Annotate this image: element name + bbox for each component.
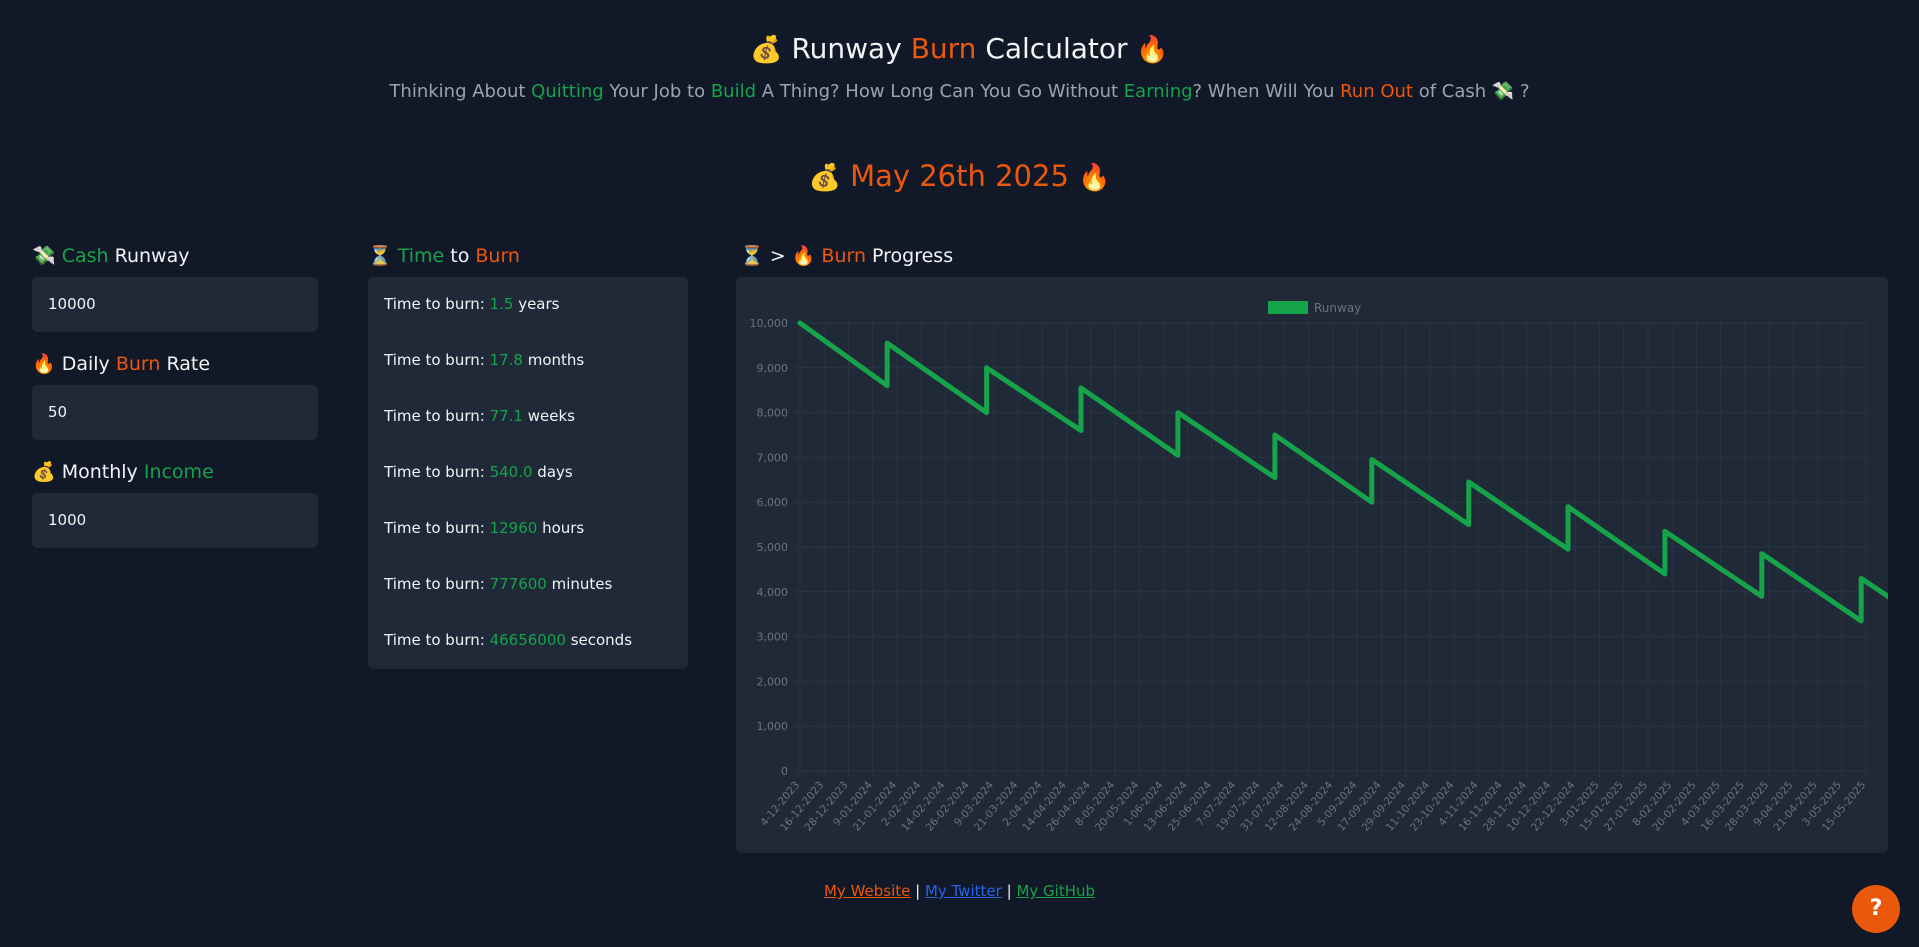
my-github-link[interactable]: My GitHub [1016, 882, 1095, 900]
my-website-link[interactable]: My Website [824, 882, 910, 900]
hourglass-icon: ⏳ [740, 245, 764, 267]
legend-swatch [1268, 301, 1308, 314]
time-to-burn-row: Time to burn: 540.0 days [384, 463, 573, 481]
fire-icon: 🔥 [1136, 35, 1169, 65]
y-tick-label: 5,000 [757, 541, 789, 554]
fire-icon: 🔥 [791, 245, 816, 267]
burnout-date-text: May 26th 2025 [850, 159, 1069, 193]
burn-progress-chart: 0 1,000 2,000 3,000 4,000 5,000 6,000 7,000 8,00… [750, 301, 1919, 834]
flying-money-icon: 💸 [1491, 81, 1515, 102]
fire-icon: 🔥 [1078, 163, 1111, 193]
page-title: 💰 Runway Burn Calculator 🔥 [750, 32, 1169, 65]
y-tick-label: 10,000 [750, 317, 789, 330]
hourglass-icon: ⏳ [368, 245, 392, 267]
y-tick-label: 2,000 [757, 675, 789, 688]
y-tick-label: 0 [781, 765, 788, 778]
time-to-burn-row: Time to burn: 17.8 months [384, 351, 585, 369]
header: 💰 Runway Burn Calculator 🔥 Thinking Abou… [0, 28, 1919, 105]
time-to-burn-row: Time to burn: 1.5 years [384, 295, 560, 313]
page-subtitle: Thinking About Quitting Your Job to Buil… [389, 81, 1530, 102]
money-bag-icon: 💰 [750, 35, 783, 65]
time-to-burn-row: Time to burn: 46656000 seconds [384, 631, 633, 649]
y-tick-label: 6,000 [757, 496, 789, 509]
time-to-burn-row: Time to burn: 777600 minutes [384, 575, 613, 593]
my-twitter-link[interactable]: My Twitter [925, 882, 1002, 900]
daily-burn-rate-input[interactable]: 50 [32, 385, 318, 440]
cash-runway-input[interactable]: 10000 [32, 277, 318, 332]
time-to-burn-row: Time to burn: 12960 hours [384, 519, 585, 537]
burn-progress-title: ⏳ > 🔥 Burn Progress [740, 245, 954, 267]
time-to-burn-row: Time to burn: 77.1 weeks [384, 407, 575, 425]
time-to-burn-title: ⏳ Time to Burn [368, 245, 520, 267]
y-tick-label: 7,000 [757, 451, 789, 464]
money-bag-icon: 💰 [32, 461, 56, 483]
burnout-date: 💰 May 26th 2025 🔥 [0, 156, 1919, 198]
y-tick-label: 3,000 [757, 631, 789, 644]
flying-money-icon: 💸 [32, 245, 56, 267]
burn-progress-chart-panel: 0 1,000 2,000 3,000 4,000 5,000 6,000 7,000 8,00… [736, 277, 1919, 853]
monthly-income-input[interactable]: 1000 [32, 493, 318, 548]
daily-burn-rate-label: 🔥 Daily Burn Rate [32, 353, 211, 375]
monthly-income-label: 💰 Monthly Income [32, 461, 214, 483]
money-bag-icon: 💰 [808, 163, 841, 193]
y-tick-label: 1,000 [757, 720, 789, 733]
legend-label: Runway [1314, 301, 1361, 315]
time-to-burn-panel: Time to burn: 1.5 years Time to burn: 17… [368, 277, 688, 669]
fire-icon: 🔥 [32, 353, 56, 375]
cash-runway-label: 💸 Cash Runway [32, 245, 190, 267]
y-tick-label: 8,000 [757, 407, 789, 420]
y-tick-label: 4,000 [757, 586, 789, 599]
footer: My Website | My Twitter | My GitHub [823, 882, 1096, 900]
help-button[interactable]: ? [1852, 885, 1900, 933]
y-tick-label: 9,000 [757, 362, 789, 375]
